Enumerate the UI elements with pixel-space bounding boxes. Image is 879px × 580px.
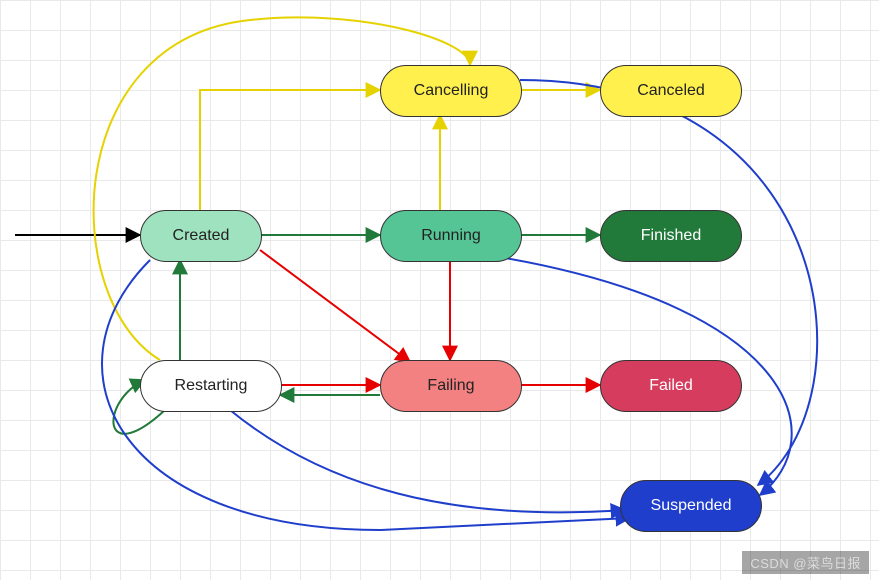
node-running: Running (380, 210, 522, 262)
edge-created-failing (260, 250, 410, 362)
node-cancelling: Cancelling (380, 65, 522, 117)
node-finished: Finished (600, 210, 742, 262)
node-label: Failed (649, 377, 693, 395)
edge-restarting-suspended (230, 410, 625, 512)
node-suspended: Suspended (620, 480, 762, 532)
node-restarting: Restarting (140, 360, 282, 412)
node-label: Cancelling (414, 82, 489, 100)
edge-cancelling-suspended (520, 80, 817, 485)
node-failed: Failed (600, 360, 742, 412)
node-created: Created (140, 210, 262, 262)
edge-created-cancelling (200, 90, 380, 210)
node-label: Restarting (175, 377, 248, 395)
node-label: Suspended (651, 497, 732, 515)
node-label: Canceled (637, 82, 705, 100)
node-canceled: Canceled (600, 65, 742, 117)
node-label: Created (173, 227, 230, 245)
node-label: Running (421, 227, 481, 245)
watermark: CSDN @菜鸟日报 (742, 551, 869, 574)
node-label: Failing (427, 377, 474, 395)
node-label: Finished (641, 227, 701, 245)
state-diagram: Created Running Finished Cancelling Canc… (0, 0, 879, 580)
node-failing: Failing (380, 360, 522, 412)
